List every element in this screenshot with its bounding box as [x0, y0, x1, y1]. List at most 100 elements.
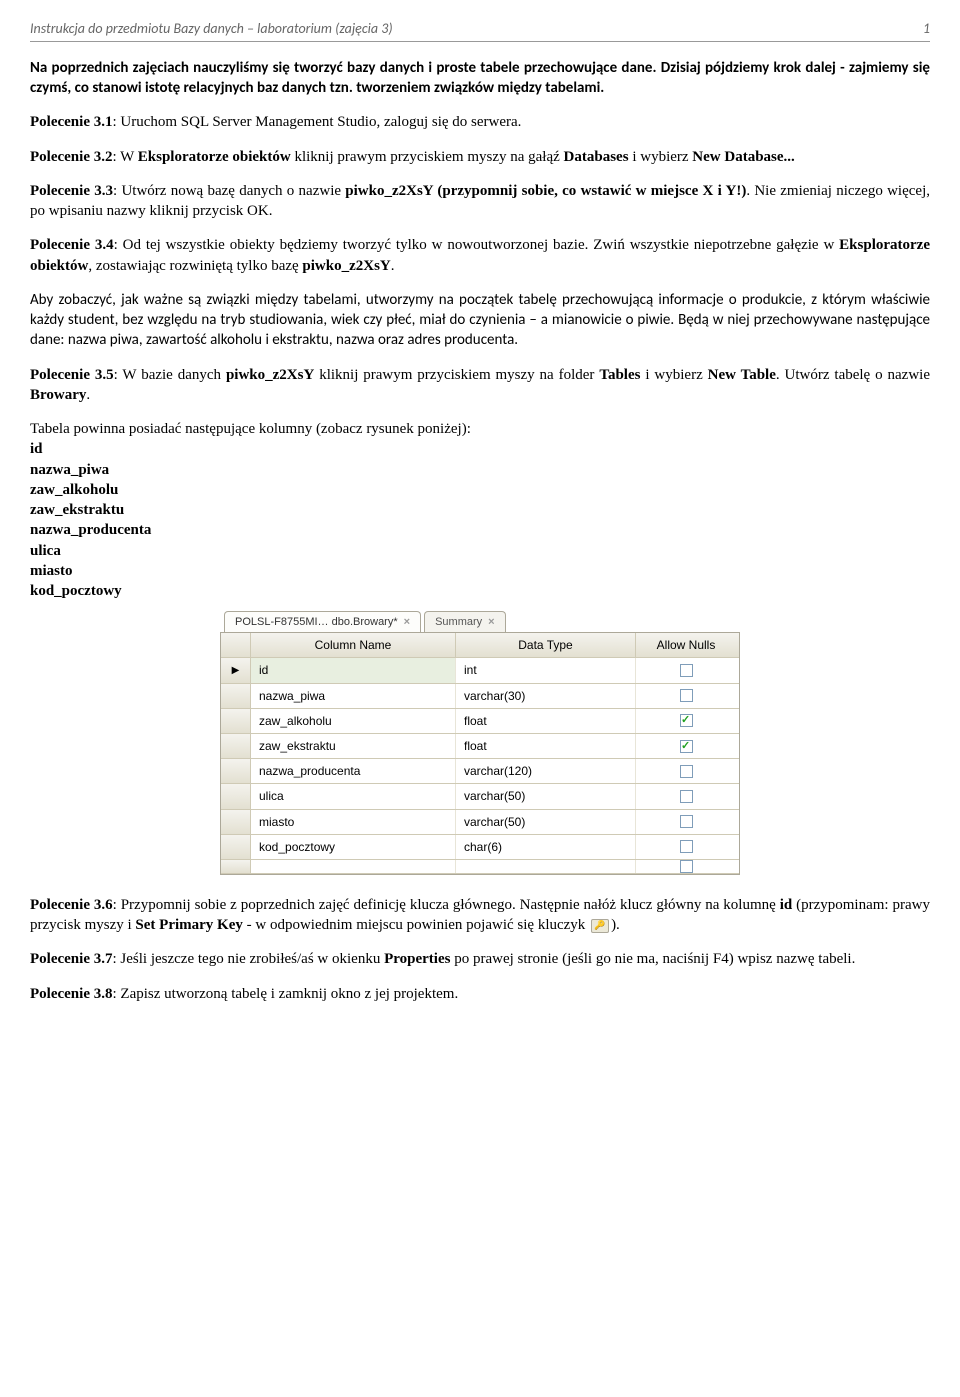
row-selector[interactable] [221, 709, 251, 733]
polecenie-3-8: Polecenie 3.8: Zapisz utworzoną tabelę i… [30, 984, 930, 1004]
header-data-type: Data Type [456, 633, 636, 657]
checkbox-icon[interactable] [680, 840, 693, 853]
cell-data-type[interactable]: int [456, 658, 636, 682]
row-selector[interactable] [221, 784, 251, 808]
polecenie-3-7: Polecenie 3.7: Jeśli jeszcze tego nie zr… [30, 949, 930, 969]
grid-header-row: Column Name Data Type Allow Nulls [221, 633, 739, 658]
table-row[interactable]: nazwa_producentavarchar(120) [221, 759, 739, 784]
col-kod-pocztowy: kod_pocztowy [30, 581, 930, 601]
checkbox-icon[interactable] [680, 765, 693, 778]
label-3-7: Polecenie 3.7 [30, 951, 112, 967]
cell-column-name[interactable]: kod_pocztowy [251, 835, 456, 859]
designer-grid: Column Name Data Type Allow Nulls ▶ idint… [220, 632, 740, 875]
cell-data-type[interactable]: varchar(120) [456, 759, 636, 783]
row-selector[interactable]: ▶ [221, 658, 251, 682]
cell-allow-nulls[interactable] [636, 709, 736, 733]
table-row[interactable]: ulicavarchar(50) [221, 784, 739, 809]
checkbox-icon[interactable] [680, 689, 693, 702]
label-3-4: Polecenie 3.4 [30, 237, 114, 253]
close-icon[interactable]: × [488, 615, 494, 630]
page-header: Instrukcja do przedmiotu Bazy danych – l… [30, 20, 930, 42]
table-row-empty[interactable] [221, 860, 739, 874]
row-arrow-icon: ▶ [232, 664, 240, 678]
row-selector[interactable] [221, 684, 251, 708]
table-row[interactable]: miastovarchar(50) [221, 810, 739, 835]
intro-paragraph: Na poprzednich zajęciach nauczyliśmy się… [30, 58, 930, 99]
cell-allow-nulls[interactable] [636, 759, 736, 783]
cell-allow-nulls[interactable] [636, 810, 736, 834]
checkbox-icon[interactable] [680, 740, 693, 753]
polecenie-3-5: Polecenie 3.5: W bazie danych piwko_z2Xs… [30, 365, 930, 406]
label-3-5: Polecenie 3.5 [30, 367, 114, 383]
col-zaw-ekstraktu: zaw_ekstraktu [30, 500, 930, 520]
checkbox-icon[interactable] [680, 860, 693, 873]
cell-allow-nulls[interactable] [636, 860, 736, 873]
polecenie-3-6: Polecenie 3.6: Przypomnij sobie z poprze… [30, 895, 930, 936]
cell-data-type[interactable]: float [456, 709, 636, 733]
row-selector[interactable] [221, 759, 251, 783]
label-3-8: Polecenie 3.8 [30, 986, 112, 1002]
cell-allow-nulls[interactable] [636, 734, 736, 758]
cell-data-type[interactable]: float [456, 734, 636, 758]
cell-data-type[interactable]: varchar(30) [456, 684, 636, 708]
primary-key-icon [591, 919, 609, 933]
label-3-1: Polecenie 3.1 [30, 114, 112, 130]
cell-column-name[interactable]: ulica [251, 784, 456, 808]
tab-dbo-browary[interactable]: POLSL-F8755MI… dbo.Browary* × [224, 611, 421, 632]
row-selector[interactable] [221, 835, 251, 859]
col-id: id [30, 439, 930, 459]
table-row[interactable]: ▶ idint [221, 658, 739, 683]
cell-column-name[interactable]: miasto [251, 810, 456, 834]
table-designer-screenshot: POLSL-F8755MI… dbo.Browary* × Summary × Co… [220, 611, 740, 875]
cell-data-type[interactable]: varchar(50) [456, 784, 636, 808]
cell-column-name[interactable] [251, 860, 456, 873]
row-selector[interactable] [221, 810, 251, 834]
header-column-name: Column Name [251, 633, 456, 657]
label-3-6: Polecenie 3.6 [30, 897, 113, 913]
table-row[interactable]: nazwa_piwavarchar(30) [221, 684, 739, 709]
about-paragraph: Aby zobaczyć, jak ważne są związki międz… [30, 290, 930, 351]
cell-allow-nulls[interactable] [636, 835, 736, 859]
col-miasto: miasto [30, 561, 930, 581]
cell-data-type[interactable] [456, 860, 636, 873]
tab-label: Summary [435, 616, 482, 628]
col-nazwa-producenta: nazwa_producenta [30, 520, 930, 540]
cell-allow-nulls[interactable] [636, 784, 736, 808]
cell-column-name[interactable]: nazwa_producenta [251, 759, 456, 783]
designer-tabs: POLSL-F8755MI… dbo.Browary* × Summary × [220, 611, 740, 632]
polecenie-3-4: Polecenie 3.4: Od tej wszystkie obiekty … [30, 235, 930, 276]
cell-column-name[interactable]: zaw_ekstraktu [251, 734, 456, 758]
header-page-number: 1 [923, 20, 930, 39]
checkbox-icon[interactable] [680, 714, 693, 727]
cell-data-type[interactable]: varchar(50) [456, 810, 636, 834]
checkbox-icon[interactable] [680, 790, 693, 803]
col-nazwa-piwa: nazwa_piwa [30, 460, 930, 480]
polecenie-3-3: Polecenie 3.3: Utwórz nową bazę danych o… [30, 181, 930, 222]
polecenie-3-2: Polecenie 3.2: W Eksploratorze obiektów … [30, 147, 930, 167]
cell-allow-nulls[interactable] [636, 684, 736, 708]
table-row[interactable]: zaw_alkoholufloat [221, 709, 739, 734]
col-zaw-alkoholu: zaw_alkoholu [30, 480, 930, 500]
col-ulica: ulica [30, 541, 930, 561]
table-row[interactable]: zaw_ekstraktufloat [221, 734, 739, 759]
header-title: Instrukcja do przedmiotu Bazy danych – l… [30, 20, 393, 39]
cell-allow-nulls[interactable] [636, 658, 736, 682]
row-header-spacer [221, 633, 251, 657]
tab-label: POLSL-F8755MI… dbo.Browary* [235, 616, 398, 628]
row-selector[interactable] [221, 734, 251, 758]
cell-column-name[interactable]: nazwa_piwa [251, 684, 456, 708]
label-3-3: Polecenie 3.3 [30, 183, 113, 199]
close-icon[interactable]: × [404, 615, 410, 630]
polecenie-3-1: Polecenie 3.1: Uruchom SQL Server Manage… [30, 112, 930, 132]
row-selector[interactable] [221, 860, 251, 873]
checkbox-icon[interactable] [680, 815, 693, 828]
cell-column-name[interactable]: zaw_alkoholu [251, 709, 456, 733]
columns-intro: Tabela powinna posiadać następujące kolu… [30, 419, 930, 439]
tab-summary[interactable]: Summary × [424, 611, 506, 632]
cell-column-name[interactable]: id [251, 658, 456, 682]
header-allow-nulls: Allow Nulls [636, 633, 736, 657]
cell-data-type[interactable]: char(6) [456, 835, 636, 859]
table-row[interactable]: kod_pocztowychar(6) [221, 835, 739, 860]
checkbox-icon[interactable] [680, 664, 693, 677]
label-3-2: Polecenie 3.2 [30, 149, 112, 165]
